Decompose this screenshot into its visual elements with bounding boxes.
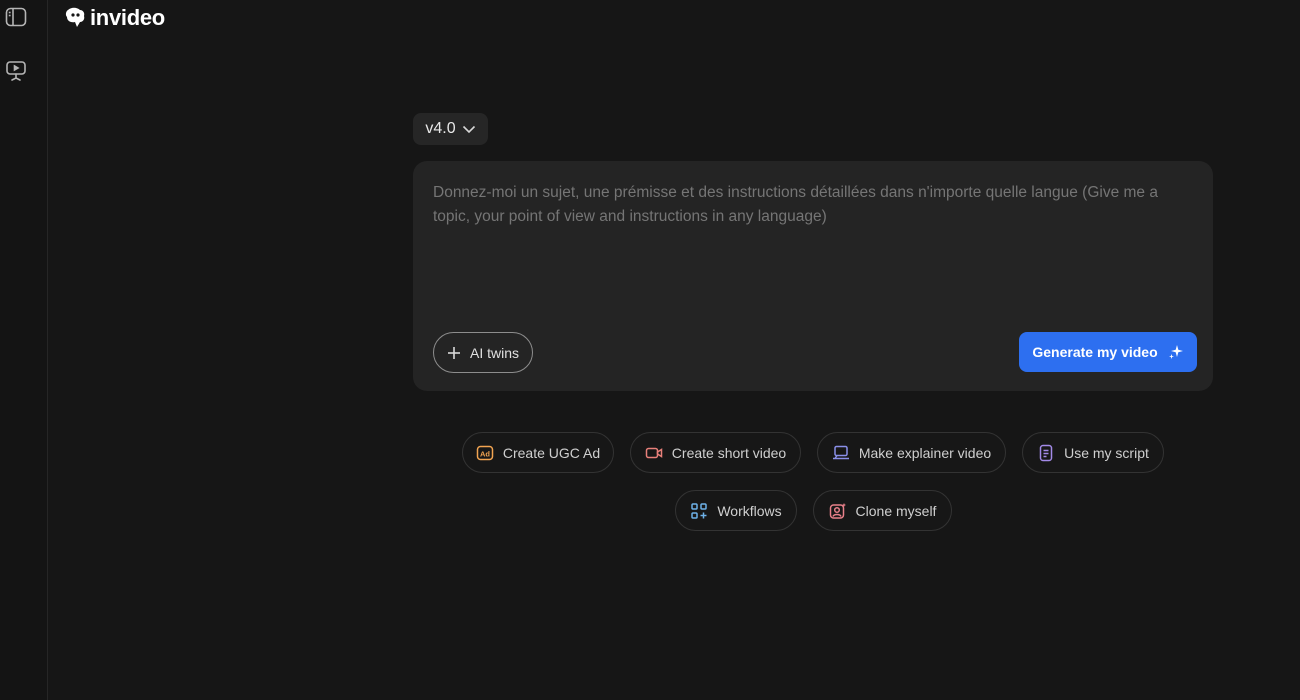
chip-label: Create short video	[671, 444, 787, 461]
workflows-button[interactable]: Workflows	[675, 490, 797, 531]
laptop-icon	[832, 445, 849, 459]
make-explainer-video-button[interactable]: Make explainer video	[817, 432, 1006, 473]
clone-myself-button[interactable]: Clone myself	[813, 490, 952, 531]
video-camera-icon	[645, 447, 663, 458]
sparkle-icon	[1168, 345, 1183, 359]
prompt-input[interactable]	[433, 181, 1198, 301]
create-ugc-ad-button[interactable]: Ad Create UGC Ad	[462, 432, 614, 473]
use-my-script-button[interactable]: Use my script	[1022, 432, 1164, 473]
sidebar-toggle-icon[interactable]	[4, 5, 28, 29]
version-selector[interactable]: v4.0	[413, 113, 488, 145]
chip-label: Workflows	[717, 502, 782, 519]
chip-label: Make explainer video	[858, 444, 992, 461]
ad-icon: Ad	[476, 445, 494, 460]
generate-label: Generate my video	[1032, 344, 1158, 360]
create-short-video-button[interactable]: Create short video	[630, 432, 801, 473]
prompt-card: AI twins Generate my video	[413, 161, 1213, 391]
brand-name: invideo	[90, 5, 165, 30]
presentation-icon[interactable]	[4, 59, 28, 83]
person-sparkle-icon	[829, 502, 846, 519]
grid-plus-icon	[691, 502, 708, 519]
plus-icon	[447, 346, 460, 359]
sidebar	[0, 0, 48, 700]
version-value: v4.0	[425, 120, 456, 137]
chip-label: Clone myself	[855, 502, 937, 519]
chip-label: Use my script	[1064, 444, 1149, 461]
document-icon	[1039, 444, 1053, 461]
chip-label: Create UGC Ad	[502, 444, 601, 461]
chevron-down-icon	[462, 125, 475, 133]
svg-text:Ad: Ad	[480, 449, 490, 458]
brand-logo[interactable]: invideo	[64, 5, 165, 31]
ai-twins-label: AI twins	[469, 344, 519, 361]
ai-twins-button[interactable]: AI twins	[433, 332, 533, 373]
invideo-logo-icon	[65, 7, 85, 27]
generate-video-button[interactable]: Generate my video	[1019, 332, 1197, 372]
